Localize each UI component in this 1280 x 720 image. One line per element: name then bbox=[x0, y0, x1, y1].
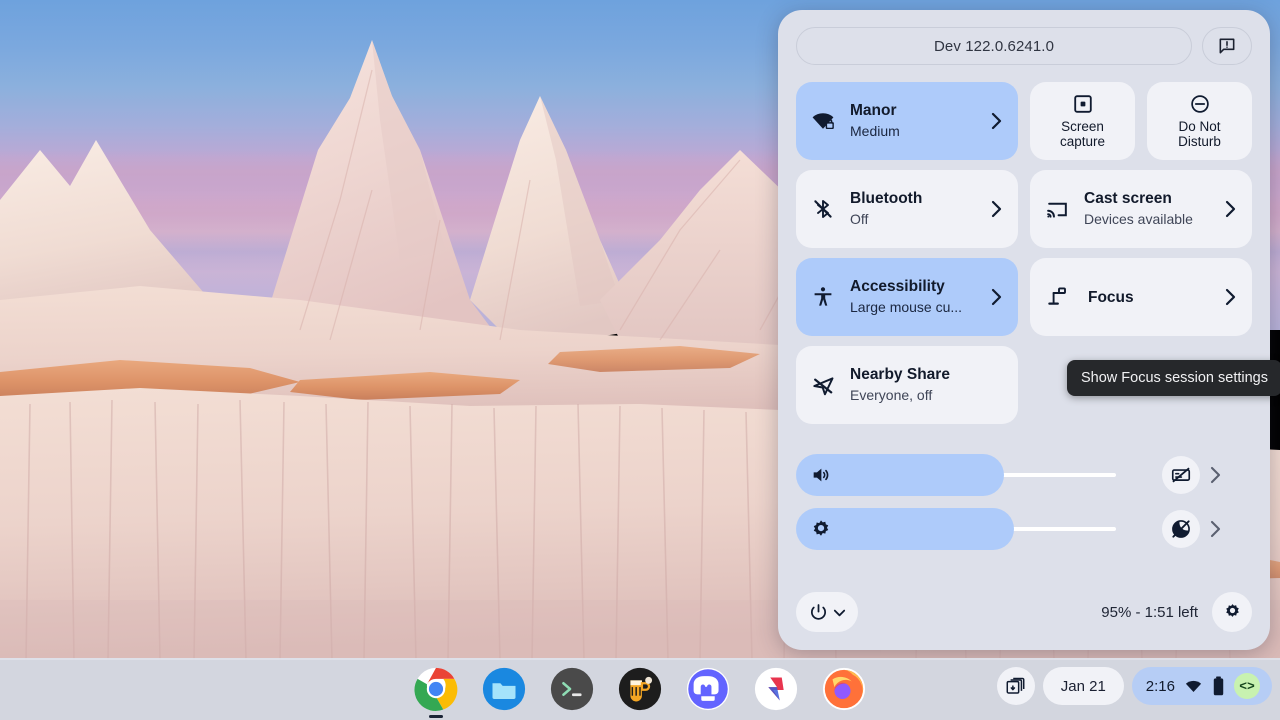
tile-cast-screen-text: Cast screen Devices available bbox=[1084, 189, 1208, 229]
tile-network-text: Manor Medium bbox=[850, 101, 974, 141]
tile-cast-screen[interactable]: Cast screen Devices available bbox=[1030, 170, 1252, 248]
shelf: Jan 21 2:16 <> bbox=[0, 658, 1280, 720]
focus-tooltip: Show Focus session settings bbox=[1067, 360, 1280, 396]
tile-bluetooth-title: Bluetooth bbox=[850, 190, 923, 207]
tile-do-not-disturb[interactable]: Do Not Disturb bbox=[1147, 82, 1252, 160]
do-not-disturb-icon bbox=[1189, 93, 1211, 115]
battery-status-label: 95% - 1:51 left bbox=[1101, 603, 1198, 621]
accessibility-icon bbox=[810, 284, 836, 310]
wifi-icon bbox=[1184, 677, 1203, 696]
tile-nearby-share-subtitle: Everyone, off bbox=[850, 387, 933, 403]
volume-slider[interactable] bbox=[796, 454, 1116, 496]
tile-nearby-share-title: Nearby Share bbox=[850, 366, 950, 383]
label-line-2: capture bbox=[1059, 134, 1106, 149]
nearby-share-off-icon bbox=[810, 372, 836, 398]
system-tray-button[interactable]: 2:16 <> bbox=[1131, 667, 1272, 705]
version-label: Dev 122.0.6241.0 bbox=[933, 37, 1055, 55]
label-line-1: Screen bbox=[1061, 118, 1104, 134]
tile-screen-capture-label: Screen capture bbox=[1060, 119, 1105, 150]
tile-focus-title: Focus bbox=[1088, 288, 1134, 306]
power-button[interactable] bbox=[796, 592, 858, 632]
tile-do-not-disturb-label: Do Not Disturb bbox=[1178, 119, 1221, 150]
desk-lamp-icon bbox=[1044, 284, 1070, 310]
tile-cast-screen-title: Cast screen bbox=[1084, 190, 1172, 207]
focus-tooltip-label: Show Focus session settings bbox=[1081, 370, 1268, 386]
shelf-app-list bbox=[413, 666, 867, 718]
tile-focus[interactable]: Focus bbox=[1030, 258, 1252, 336]
night-light-off-icon bbox=[1170, 518, 1192, 540]
tile-focus-text: Focus bbox=[1088, 288, 1204, 307]
quick-settings-panel: Dev 122.0.6241.0 Manor Medium Screen cap… bbox=[778, 10, 1270, 650]
label-line-1: Do Not bbox=[1178, 118, 1221, 134]
mic-muted-icon bbox=[1170, 464, 1192, 486]
quick-settings-footer: 95% - 1:51 left bbox=[796, 590, 1252, 634]
files-tray-button[interactable] bbox=[996, 667, 1035, 705]
chevron-right-icon[interactable] bbox=[1222, 200, 1238, 218]
clock-label: 2:16 bbox=[1145, 677, 1175, 695]
tile-network[interactable]: Manor Medium bbox=[796, 82, 1018, 160]
shelf-app-firefox[interactable] bbox=[821, 666, 867, 712]
display-settings-chevron[interactable] bbox=[1200, 520, 1230, 538]
tile-network-subtitle: Medium bbox=[850, 123, 900, 139]
chevron-right-icon[interactable] bbox=[988, 200, 1004, 218]
tile-accessibility-text: Accessibility Large mouse cu... bbox=[850, 277, 974, 317]
chevron-right-icon[interactable] bbox=[1222, 288, 1238, 306]
tile-accessibility-title: Accessibility bbox=[850, 278, 945, 295]
shelf-app-chrome[interactable] bbox=[413, 666, 459, 718]
volume-settings-chevron[interactable] bbox=[1200, 466, 1230, 484]
slider-row-volume bbox=[796, 454, 1252, 496]
chevron-right-icon[interactable] bbox=[988, 112, 1004, 130]
slider-row-brightness bbox=[796, 508, 1252, 550]
shelf-status-area: Jan 21 2:16 <> bbox=[996, 667, 1272, 705]
tile-nearby-share[interactable]: Nearby Share Everyone, off bbox=[796, 346, 1018, 424]
label-line-2: Disturb bbox=[1178, 134, 1221, 149]
files-tray-icon bbox=[1005, 676, 1026, 697]
tile-accessibility[interactable]: Accessibility Large mouse cu... bbox=[796, 258, 1018, 336]
tile-network-title: Manor bbox=[850, 102, 897, 119]
quick-settings-sliders bbox=[796, 454, 1252, 550]
shelf-app-terminal[interactable] bbox=[549, 666, 595, 712]
night-light-button[interactable] bbox=[1162, 510, 1200, 548]
bluetooth-off-icon bbox=[810, 196, 836, 222]
tile-pair-top-right: Screen capture Do Not Disturb bbox=[1030, 82, 1252, 160]
quick-settings-header: Dev 122.0.6241.0 bbox=[796, 26, 1252, 66]
volume-slider-fill bbox=[796, 454, 1004, 496]
shelf-app-files[interactable] bbox=[481, 666, 527, 712]
tile-bluetooth[interactable]: Bluetooth Off bbox=[796, 170, 1018, 248]
cast-icon bbox=[1044, 196, 1070, 222]
tile-cast-screen-subtitle: Devices available bbox=[1084, 211, 1193, 227]
power-icon bbox=[808, 602, 829, 623]
gear-icon bbox=[1222, 602, 1243, 623]
tile-bluetooth-text: Bluetooth Off bbox=[850, 189, 974, 229]
app-running-indicator bbox=[429, 715, 443, 718]
feedback-button[interactable] bbox=[1202, 27, 1252, 65]
dev-mode-badge[interactable]: <> bbox=[1234, 673, 1260, 699]
date-label: Jan 21 bbox=[1060, 677, 1106, 695]
shelf-app-s-app[interactable] bbox=[753, 666, 799, 712]
microphone-mute-button[interactable] bbox=[1162, 456, 1200, 494]
shelf-app-mastodon[interactable] bbox=[685, 666, 731, 712]
wifi-locked-icon bbox=[810, 108, 836, 134]
chevron-down-icon bbox=[832, 605, 847, 620]
tile-bluetooth-subtitle: Off bbox=[850, 211, 869, 227]
feedback-icon bbox=[1217, 36, 1237, 56]
tile-screen-capture[interactable]: Screen capture bbox=[1030, 82, 1135, 160]
settings-button[interactable] bbox=[1212, 592, 1252, 632]
tile-nearby-share-text: Nearby Share Everyone, off bbox=[850, 365, 1004, 405]
brightness-slider-fill bbox=[796, 508, 1014, 550]
chevron-right-icon[interactable] bbox=[988, 288, 1004, 306]
brightness-slider[interactable] bbox=[796, 508, 1116, 550]
version-pill[interactable]: Dev 122.0.6241.0 bbox=[796, 27, 1192, 65]
brightness-icon bbox=[810, 518, 832, 540]
screen-capture-icon bbox=[1072, 93, 1094, 115]
battery-icon bbox=[1212, 676, 1225, 696]
shelf-app-beer-app[interactable] bbox=[617, 666, 663, 712]
volume-icon bbox=[810, 464, 832, 486]
tile-accessibility-subtitle: Large mouse cu... bbox=[850, 299, 963, 315]
date-tray-button[interactable]: Jan 21 bbox=[1042, 667, 1124, 705]
